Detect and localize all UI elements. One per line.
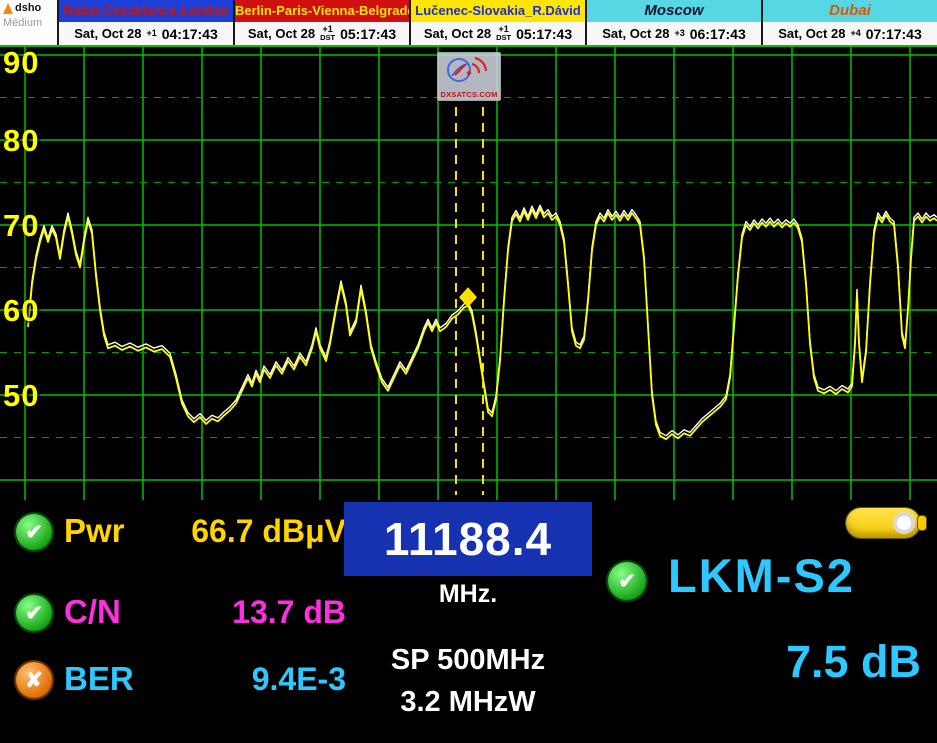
- frequency-display: 11188.4: [344, 502, 592, 576]
- logo-caption: DXSATCS.COM: [438, 90, 500, 99]
- satellite-logo-art: [442, 55, 496, 85]
- clock-city-label: Lučenec-Slovakia_R.Dávid: [411, 0, 585, 22]
- battery-tip: [918, 516, 926, 530]
- satellite-meter-screen: dsho Médium Rabat-Casablanca-London Sat,…: [0, 0, 937, 743]
- measurements-panel: ✔ Pwr 66.7 dBμV 11188.4 MHz. ✔ C/N 13.7 …: [0, 500, 937, 743]
- ber-value: 9.4E-3: [150, 660, 346, 698]
- spectrum-display: 90 80 70 60 50 DXSATCS.COM: [0, 45, 937, 500]
- vlc-cone-icon: [3, 3, 13, 14]
- mer-value: 7.5 dB: [786, 636, 921, 688]
- y-axis-label: 90: [3, 47, 39, 78]
- clock-city-label: Berlin-Paris-Vienna-Belgrade: [235, 0, 409, 22]
- y-axis-label: 80: [3, 125, 39, 156]
- frequency-unit: MHz.: [344, 580, 592, 609]
- pwr-value: 66.7 dBμV: [150, 512, 346, 550]
- clock-berlin-paris-vienna-belgrade: Berlin-Paris-Vienna-Belgrade Sat, Oct 28…: [233, 0, 409, 45]
- y-axis-label: 60: [3, 295, 39, 326]
- clock-dubai: Dubai Sat, Oct 28 +4 07:17:43: [761, 0, 937, 45]
- standard-ok-icon: ✔: [608, 562, 646, 600]
- ber-label: BER: [64, 660, 134, 698]
- clock-time: Sat, Oct 28 +1DST 05:17:43: [235, 22, 409, 45]
- source-name: dsho: [3, 2, 54, 14]
- utc-offset: +3: [674, 29, 684, 38]
- standard-label: LKM-S2: [668, 548, 855, 603]
- clock-time: Sat, Oct 28 +3 06:17:43: [587, 22, 761, 45]
- player-source-info: dsho Médium: [0, 0, 57, 45]
- cn-value: 13.7 dB: [150, 593, 346, 631]
- y-axis-label: 70: [3, 210, 39, 241]
- ber-error-icon: ✘: [16, 662, 52, 698]
- clock-time: Sat, Oct 28 +4 07:17:43: [763, 22, 937, 45]
- clock-city-label: Rabat-Casablanca-London: [59, 0, 233, 22]
- clock-city-label: Dubai: [763, 0, 937, 22]
- clock-time: Sat, Oct 28 +1 04:17:43: [59, 22, 233, 45]
- span-setting: SP 500MHz: [330, 644, 606, 677]
- clock-lucenec-slovakia: Lučenec-Slovakia_R.Dávid Sat, Oct 28 +1D…: [409, 0, 585, 45]
- y-axis-label: 50: [3, 380, 39, 411]
- utc-offset: +4: [850, 29, 860, 38]
- bandwidth-setting: 3.2 MHzW: [330, 686, 606, 719]
- clock-time: Sat, Oct 28 +1DST 05:17:43: [411, 22, 585, 45]
- cn-label: C/N: [64, 593, 121, 631]
- frequency-value: 11188.4: [384, 512, 552, 566]
- source-medium: Médium: [3, 17, 54, 29]
- dst-flag: DST: [496, 34, 511, 42]
- spectrum-plot: [0, 45, 937, 500]
- dst-flag: DST: [320, 34, 335, 42]
- clock-moscow: Moscow Sat, Oct 28 +3 06:17:43: [585, 0, 761, 45]
- battery-indicator: [846, 508, 920, 538]
- world-clock-bar: dsho Médium Rabat-Casablanca-London Sat,…: [0, 0, 937, 45]
- dxsatcs-logo: DXSATCS.COM: [437, 52, 501, 101]
- clock-city-label: Moscow: [587, 0, 761, 22]
- clock-rabat-casablanca-london: Rabat-Casablanca-London Sat, Oct 28 +1 0…: [57, 0, 233, 45]
- cn-ok-icon: ✔: [16, 595, 52, 631]
- pwr-label: Pwr: [64, 512, 125, 550]
- battery-level-dot: [893, 512, 915, 534]
- utc-offset: +1: [146, 29, 156, 38]
- pwr-ok-icon: ✔: [16, 514, 52, 550]
